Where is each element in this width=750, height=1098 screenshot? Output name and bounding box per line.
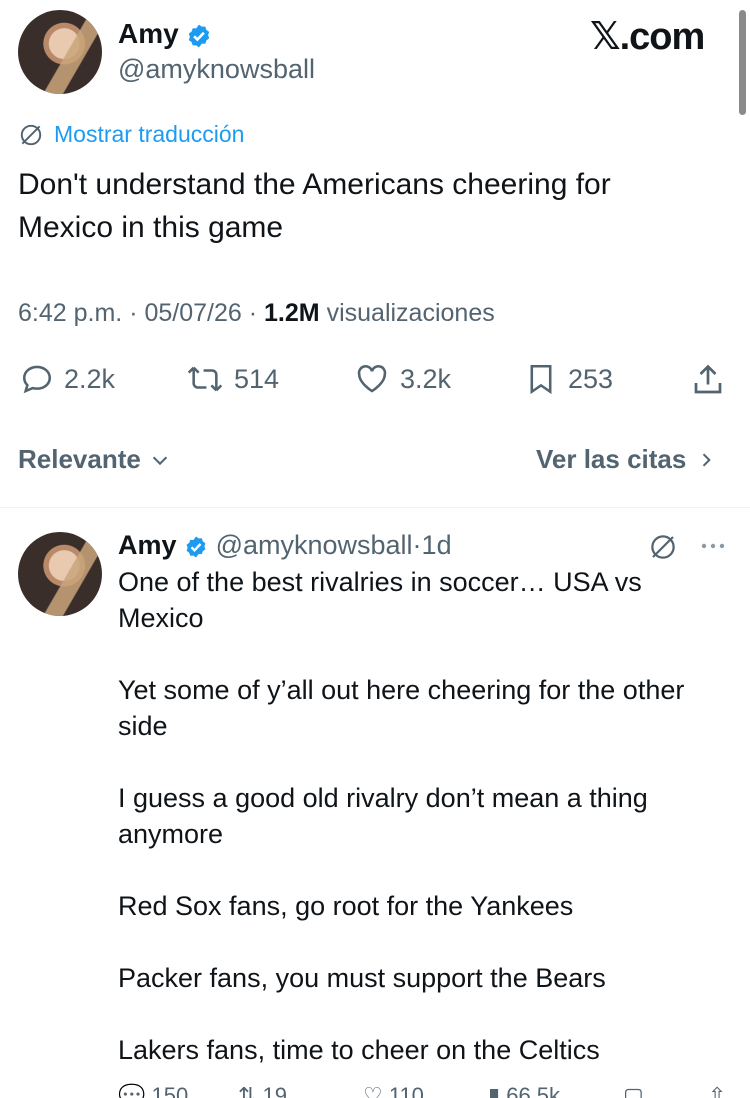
bookmark-icon — [530, 364, 552, 395]
share-icon — [694, 364, 722, 394]
reply-views-count: 66.5k — [506, 1083, 561, 1098]
verified-badge-icon — [189, 24, 210, 47]
like-button[interactable]: 3.2k — [354, 362, 451, 396]
views-label: visualizaciones — [326, 299, 495, 327]
reply-replies[interactable]: 💬 150 — [118, 1083, 188, 1098]
reply-likes[interactable]: ♡ 110 — [363, 1083, 424, 1098]
reply-reposts[interactable]: ⇅ 19 — [238, 1083, 287, 1098]
tweet-time[interactable]: 6:42 p.m. — [18, 299, 122, 327]
reply-paragraph: Lakers fans, time to cheer on the Celtic… — [118, 1035, 600, 1065]
reply-paragraph: Packer fans, you must support the Bears — [118, 963, 606, 993]
share-button[interactable] — [690, 362, 726, 403]
view-quotes-link[interactable]: Ver las citas — [536, 444, 716, 475]
reply-likes-count: 110 — [388, 1083, 424, 1098]
reply-share[interactable]: ⇧ — [708, 1083, 726, 1098]
heart-icon — [357, 365, 387, 393]
separator: · — [129, 299, 145, 327]
reply-paragraph: Red Sox fans, go root for the Yankees — [118, 891, 574, 921]
reply-action-bar: 💬 150 ⇅ 19 ♡ 110 ▮ 66.5k ▢ ⇧ — [118, 1083, 738, 1098]
repost-count: 514 — [234, 363, 280, 394]
translate-icon[interactable] — [648, 532, 678, 562]
tweet-text-line: Don't understand the Americans cheering … — [18, 168, 611, 201]
reply-views[interactable]: ▮ 66.5k — [488, 1083, 560, 1098]
reply-bookmark[interactable]: ▢ — [623, 1083, 644, 1098]
reply-handle[interactable]: @amyknowsball — [216, 530, 413, 560]
view-quotes-label: Ver las citas — [536, 444, 687, 474]
translate-label: Mostrar traducción — [54, 121, 245, 147]
reply-icon — [22, 365, 52, 394]
reply-display-name[interactable]: Amy — [118, 530, 177, 560]
sort-label: Relevante — [18, 444, 141, 474]
reply-header: Amy @amyknowsball·1d — [118, 530, 452, 561]
tweet-metadata: 6:42 p.m. · 05/07/26 · 1.2M visualizacio… — [18, 299, 495, 328]
translate-icon — [20, 124, 42, 145]
repost-icon — [187, 366, 223, 392]
separator: · — [248, 299, 265, 327]
chevron-down-icon — [152, 456, 167, 465]
reply-count: 2.2k — [64, 363, 116, 394]
reply-avatar[interactable] — [18, 532, 102, 616]
reply-replies-count: 150 — [151, 1083, 189, 1098]
bookmark-button[interactable]: 253 — [524, 362, 613, 396]
bookmark-count: 253 — [568, 363, 614, 394]
reply-paragraph: I guess a good old rivalry don’t mean a … — [118, 783, 648, 849]
reply-paragraph: Yet some of y’all out here cheering for … — [118, 675, 685, 741]
x-logo[interactable]: 𝕏.com — [590, 14, 705, 59]
display-name[interactable]: Amy — [118, 18, 179, 49]
more-options-icon[interactable] — [698, 536, 728, 556]
tweet-date[interactable]: 05/07/26 — [144, 299, 241, 327]
author-name-row: Amy — [118, 18, 212, 50]
reply-paragraph: One of the best rivalries in soccer… USA… — [118, 567, 642, 633]
scrollbar[interactable] — [739, 10, 746, 115]
reply-reposts-count: 19 — [262, 1083, 288, 1098]
avatar[interactable] — [18, 10, 102, 94]
tweet-text-line: Mexico in this game — [18, 211, 284, 244]
chevron-right-icon — [703, 452, 712, 467]
verified-badge-icon — [186, 536, 206, 558]
divider — [0, 507, 750, 508]
reply-age[interactable]: 1d — [422, 530, 452, 560]
repost-button[interactable]: 514 — [186, 362, 279, 396]
separator: · — [412, 530, 422, 560]
reply-text: One of the best rivalries in soccer… USA… — [118, 564, 730, 1068]
reply-button[interactable]: 2.2k — [20, 362, 115, 396]
translate-link[interactable]: Mostrar traducción — [18, 121, 244, 148]
views-count: 1.2M — [264, 299, 320, 327]
like-count: 3.2k — [400, 363, 452, 394]
handle[interactable]: @amyknowsball — [118, 54, 315, 85]
tweet-text: Don't understand the Americans cheering … — [18, 163, 611, 249]
sort-dropdown[interactable]: Relevante — [18, 444, 171, 475]
